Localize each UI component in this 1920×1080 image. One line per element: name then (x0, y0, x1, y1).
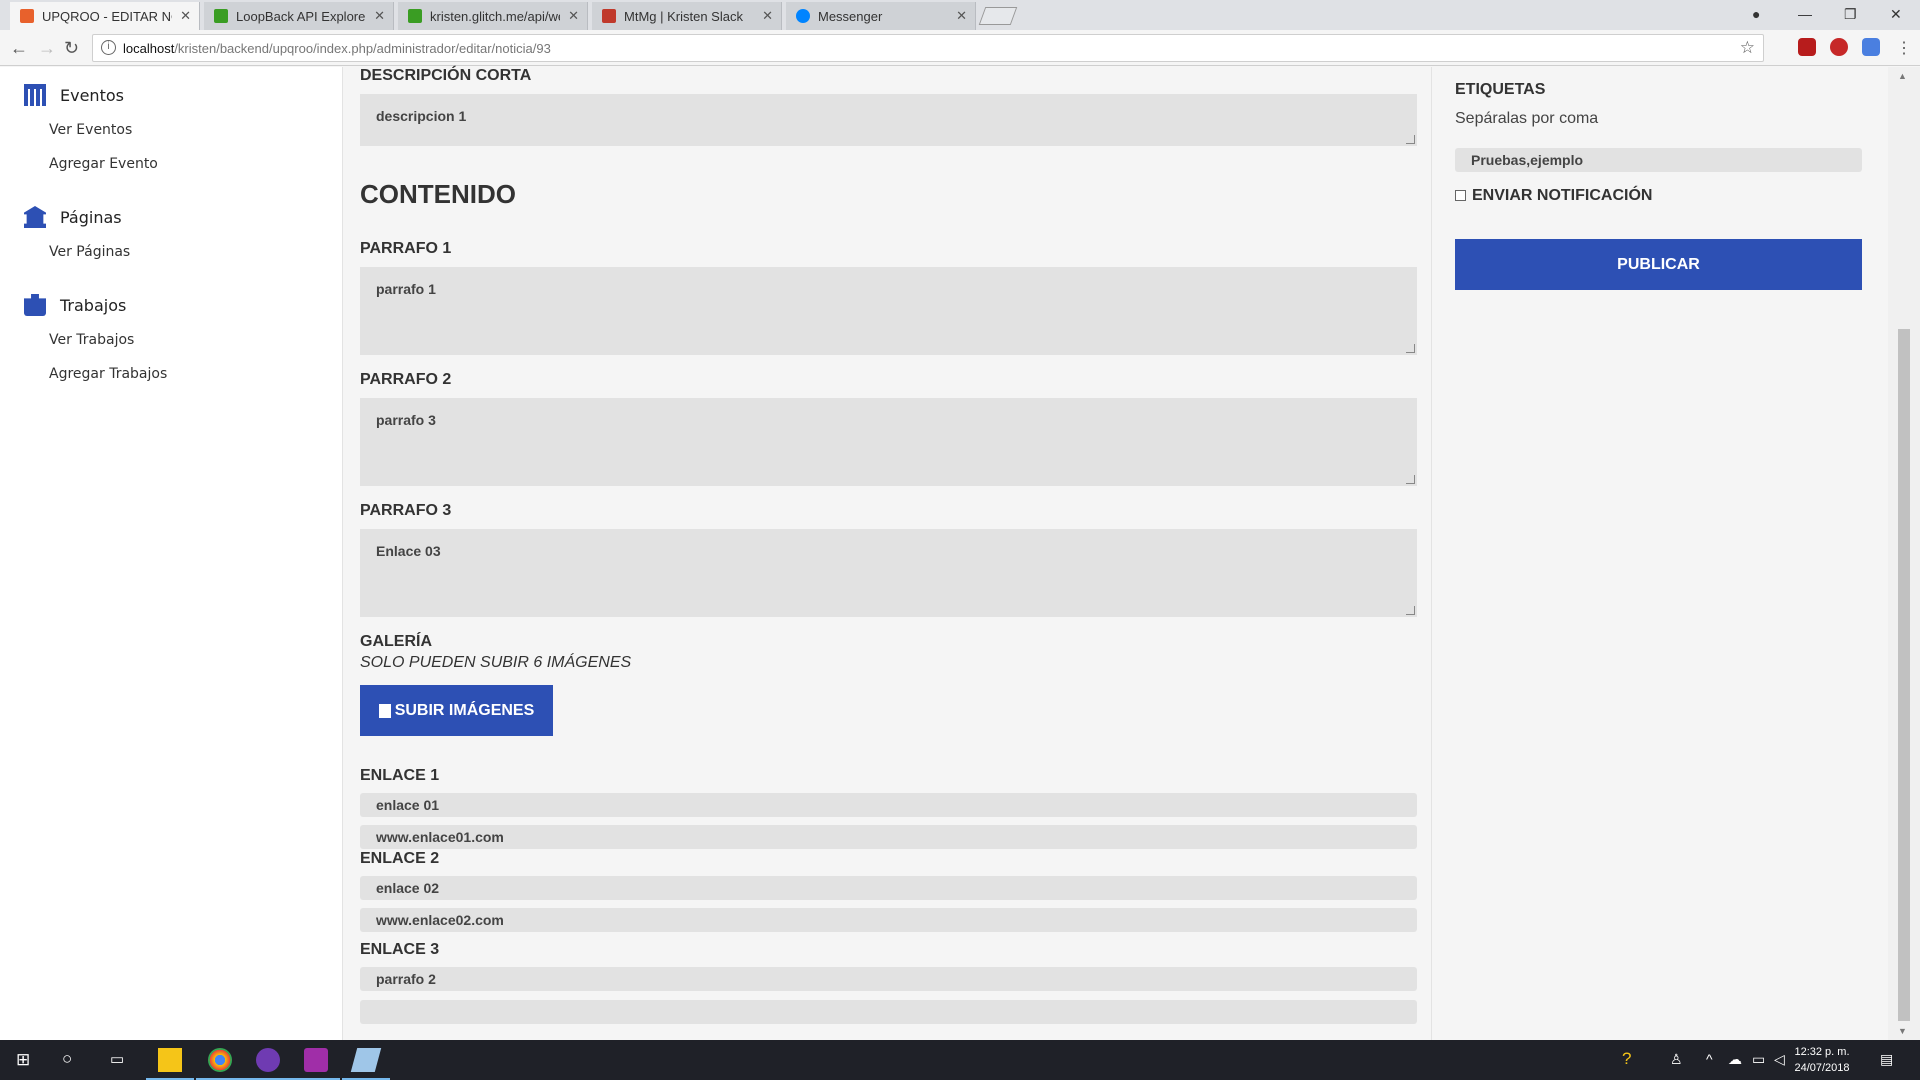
loopback-favicon-icon (214, 9, 228, 23)
bookmark-star-icon[interactable]: ☆ (1740, 38, 1755, 58)
discord-icon[interactable] (256, 1048, 280, 1072)
close-tab-icon[interactable]: ✕ (568, 8, 579, 24)
enlace-3-url-input[interactable] (360, 1000, 1417, 1024)
scroll-up-icon[interactable]: ▲ (1898, 71, 1907, 81)
messenger-favicon-icon (796, 9, 810, 23)
enlace-3-label: ENLACE 3 (360, 941, 440, 958)
minimize-icon[interactable]: — (1798, 6, 1812, 22)
sidebar-section-paginas[interactable]: Páginas (24, 206, 122, 228)
page-scrollbar[interactable]: ▲ ▼ (1888, 67, 1920, 1040)
sidebar-link-agregar-trabajos[interactable]: Agregar Trabajos (49, 366, 167, 382)
tab-loopback[interactable]: LoopBack API Explorer ✕ (204, 2, 394, 30)
slack-favicon-icon (602, 9, 616, 23)
tray-chevron-up-icon[interactable]: ^ (1706, 1051, 1713, 1067)
enlace-1-text-input[interactable]: enlace 01 (360, 793, 1417, 817)
enviar-notificacion-label[interactable]: ENVIAR NOTIFICACIÓN (1472, 187, 1652, 205)
enviar-notificacion-checkbox[interactable] (1455, 190, 1466, 201)
upqroo-favicon-icon (20, 9, 34, 23)
calendar-icon (24, 84, 46, 106)
sidebar-link-ver-eventos[interactable]: Ver Eventos (49, 122, 132, 138)
enlace-1-url-input[interactable]: www.enlace01.com (360, 825, 1417, 849)
extension-translate-icon[interactable] (1862, 38, 1880, 56)
scroll-down-icon[interactable]: ▼ (1898, 1026, 1907, 1036)
parrafo-3-label: PARRAFO 3 (360, 502, 452, 519)
action-center-icon[interactable]: ▤ (1880, 1051, 1893, 1068)
parrafo-1-label: PARRAFO 1 (360, 240, 452, 257)
parrafo-1-textarea[interactable]: parrafo 1 (360, 267, 1417, 355)
chrome-icon[interactable] (208, 1048, 232, 1072)
enlace-2-url-input[interactable]: www.enlace02.com (360, 908, 1417, 932)
sidebar-link-agregar-evento[interactable]: Agregar Evento (49, 156, 158, 172)
close-tab-icon[interactable]: ✕ (762, 8, 773, 24)
sidebar: Eventos Ver Eventos Agregar Evento Págin… (0, 67, 343, 1040)
onedrive-icon[interactable]: ☁ (1728, 1051, 1742, 1068)
sidebar-section-trabajos[interactable]: Trabajos (24, 294, 126, 316)
close-tab-icon[interactable]: ✕ (180, 8, 191, 24)
descripcion-label: DESCRIPCIÓN CORTA (360, 67, 532, 84)
close-tab-icon[interactable]: ✕ (374, 8, 385, 24)
clock-date: 24/07/2018 (1794, 1062, 1850, 1074)
parrafo-2-textarea[interactable]: parrafo 3 (360, 398, 1417, 486)
profile-icon[interactable]: ● (1752, 6, 1760, 22)
close-window-icon[interactable]: ✕ (1890, 6, 1902, 23)
browser-tab-strip: UPQROO - EDITAR NOTI ✕ LoopBack API Expl… (0, 0, 1920, 30)
help-icon[interactable]: ? (1622, 1049, 1631, 1069)
parrafo-2-label: PARRAFO 2 (360, 371, 452, 388)
clock-time: 12:32 p. m. (1794, 1046, 1850, 1058)
windows-start-icon[interactable]: ⊞ (16, 1050, 30, 1070)
publish-panel: ETIQUETAS Sepáralas por coma Pruebas,eje… (1431, 67, 1888, 1040)
enlace-1-label: ENLACE 1 (360, 767, 440, 784)
contenido-heading: CONTENIDO (360, 179, 516, 209)
browser-toolbar: ← → ↻ i localhost/kristen/backend/upqroo… (0, 30, 1920, 66)
descripcion-textarea[interactable]: descripcion 1 (360, 94, 1417, 146)
subir-imagenes-button[interactable]: SUBIR IMÁGENES (360, 685, 553, 736)
sidebar-section-eventos[interactable]: Eventos (24, 84, 124, 106)
sidebar-link-ver-paginas[interactable]: Ver Páginas (49, 244, 130, 260)
enlace-2-label: ENLACE 2 (360, 850, 440, 867)
file-upload-icon (378, 703, 391, 718)
parrafo-3-textarea[interactable]: Enlace 03 (360, 529, 1417, 617)
phpstorm-icon[interactable] (304, 1048, 328, 1072)
address-bar[interactable]: i localhost/kristen/backend/upqroo/index… (92, 34, 1764, 62)
menu-kebab-icon[interactable]: ⋮ (1896, 38, 1912, 58)
notepad-icon[interactable] (350, 1048, 382, 1072)
extension-ublock-icon[interactable] (1830, 38, 1848, 56)
cortana-search-icon[interactable]: ○ (62, 1049, 72, 1069)
people-icon[interactable]: ♙ (1670, 1051, 1683, 1068)
sidebar-link-ver-trabajos[interactable]: Ver Trabajos (49, 332, 134, 348)
tab-slack[interactable]: MtMg | Kristen Slack ✕ (592, 2, 782, 30)
etiquetas-hint: Sepáralas por coma (1455, 110, 1599, 127)
tab-glitch[interactable]: kristen.glitch.me/api/web ✕ (398, 2, 588, 30)
file-explorer-icon[interactable] (158, 1048, 182, 1072)
extension-shield-icon[interactable] (1798, 38, 1816, 56)
windows-taskbar: ⊞ ○ ▭ ? ♙ ^ ☁ ▭ ◁ 12:32 p. m. 24/07/2018… (0, 1040, 1920, 1080)
briefcase-icon (24, 294, 46, 316)
etiquetas-input[interactable]: Pruebas,ejemplo (1455, 148, 1862, 172)
close-tab-icon[interactable]: ✕ (956, 8, 967, 24)
scrollbar-thumb[interactable] (1898, 329, 1910, 1021)
system-clock[interactable]: 12:32 p. m. 24/07/2018 (1782, 1044, 1862, 1076)
restore-icon[interactable]: ❐ (1844, 6, 1857, 23)
back-icon[interactable]: ← (10, 38, 28, 59)
forward-icon[interactable]: → (38, 38, 56, 59)
enlace-3-text-input[interactable]: parrafo 2 (360, 967, 1417, 991)
etiquetas-label: ETIQUETAS (1455, 81, 1546, 98)
tab-upqroo-editar[interactable]: UPQROO - EDITAR NOTI ✕ (10, 2, 200, 30)
task-view-icon[interactable]: ▭ (110, 1050, 124, 1068)
galeria-label: GALERÍA (360, 633, 432, 650)
galeria-note: SOLO PUEDEN SUBIR 6 IMÁGENES (360, 654, 632, 671)
enlace-2-text-input[interactable]: enlace 02 (360, 876, 1417, 900)
new-tab-button[interactable] (978, 7, 1018, 25)
publicar-button[interactable]: PUBLICAR (1455, 239, 1862, 290)
site-info-icon[interactable]: i (101, 40, 116, 55)
glitch-favicon-icon (408, 9, 422, 23)
edit-form: DESCRIPCIÓN CORTA descripcion 1 CONTENID… (343, 67, 1431, 1040)
tab-messenger[interactable]: Messenger ✕ (786, 2, 976, 30)
reload-icon[interactable]: ↻ (64, 38, 79, 59)
bank-icon (24, 206, 46, 228)
network-icon[interactable]: ▭ (1752, 1051, 1765, 1068)
